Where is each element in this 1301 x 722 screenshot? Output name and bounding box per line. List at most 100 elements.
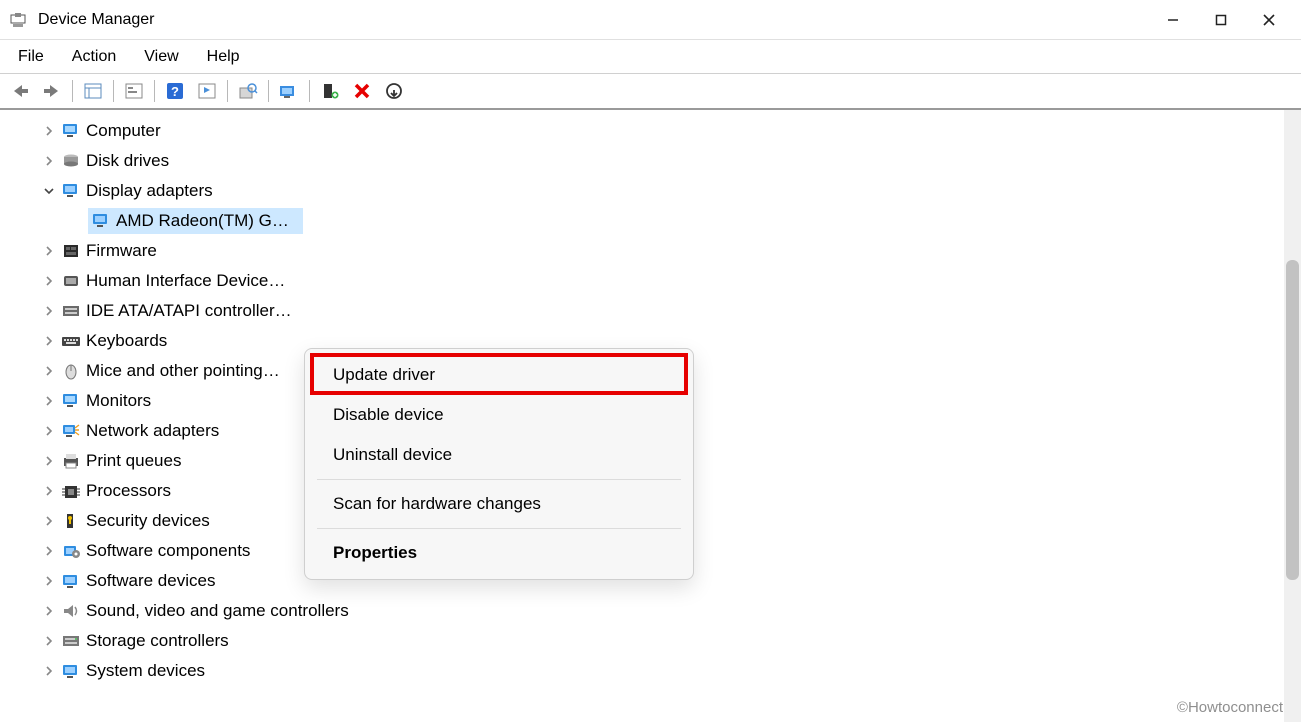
toolbar-separator	[113, 80, 114, 102]
mouse-icon	[60, 361, 82, 381]
menu-view[interactable]: View	[132, 44, 190, 70]
tree-node-label: Software devices	[86, 571, 215, 591]
tree-node[interactable]: Disk drives	[0, 146, 1301, 176]
window-controls	[1149, 2, 1293, 38]
toolbar: ?	[0, 74, 1301, 110]
tree-node[interactable]: Human Interface Device…	[0, 266, 1301, 296]
menu-action[interactable]: Action	[60, 44, 128, 70]
tree-node[interactable]: Computer	[0, 116, 1301, 146]
chevron-right-icon[interactable]	[40, 126, 58, 136]
uninstall-device-icon[interactable]	[348, 77, 376, 105]
context-properties[interactable]: Properties	[305, 533, 693, 573]
scrollbar-thumb[interactable]	[1286, 260, 1299, 580]
tree-node-label: Human Interface Device…	[86, 271, 285, 291]
menu-file[interactable]: File	[6, 44, 56, 70]
storage-icon	[60, 631, 82, 651]
chevron-right-icon[interactable]	[40, 366, 58, 376]
back-icon[interactable]	[6, 77, 34, 105]
context-scan-hardware[interactable]: Scan for hardware changes	[305, 484, 693, 524]
toolbar-separator	[72, 80, 73, 102]
context-menu: Update driver Disable device Uninstall d…	[304, 348, 694, 580]
tree-node-label: Firmware	[86, 241, 157, 261]
chevron-right-icon[interactable]	[40, 246, 58, 256]
tree-node[interactable]: Sound, video and game controllers	[0, 596, 1301, 626]
sound-icon	[60, 601, 82, 621]
forward-icon[interactable]	[38, 77, 66, 105]
chevron-right-icon[interactable]	[40, 306, 58, 316]
ide-icon	[60, 301, 82, 321]
firmware-icon	[60, 241, 82, 261]
chevron-down-icon[interactable]	[40, 186, 58, 196]
watermark: ©Howtoconnect	[1177, 699, 1283, 716]
chevron-right-icon[interactable]	[40, 666, 58, 676]
context-disable-device[interactable]: Disable device	[305, 395, 693, 435]
tree-node-label: Print queues	[86, 451, 181, 471]
tree-node[interactable]: Firmware	[0, 236, 1301, 266]
tree-node-label: System devices	[86, 661, 205, 681]
chevron-right-icon[interactable]	[40, 516, 58, 526]
app-icon	[8, 10, 28, 30]
tree-node-label: IDE ATA/ATAPI controller…	[86, 301, 292, 321]
softcomp-icon	[60, 541, 82, 561]
softdev-icon	[60, 571, 82, 591]
context-uninstall-device[interactable]: Uninstall device	[305, 435, 693, 475]
chevron-right-icon[interactable]	[40, 156, 58, 166]
keyboard-icon	[60, 331, 82, 351]
chevron-right-icon[interactable]	[40, 486, 58, 496]
chevron-right-icon[interactable]	[40, 576, 58, 586]
monitor-icon	[60, 121, 82, 141]
help-icon[interactable]: ?	[161, 77, 189, 105]
tree-node-label: Network adapters	[86, 421, 219, 441]
tree-node[interactable]: System devices	[0, 656, 1301, 686]
tree-node-label: Sound, video and game controllers	[86, 601, 349, 621]
context-update-driver[interactable]: Update driver	[305, 355, 693, 395]
disk-icon	[60, 151, 82, 171]
tree-node[interactable]: AMD Radeon(TM) G…	[0, 206, 1301, 236]
display-icon	[60, 181, 82, 201]
tree-node-label: Display adapters	[86, 181, 213, 201]
properties-panel-icon[interactable]	[120, 77, 148, 105]
disable-device-circle-icon[interactable]	[380, 77, 408, 105]
toolbar-separator	[309, 80, 310, 102]
svg-text:?: ?	[171, 84, 179, 99]
context-separator	[317, 479, 681, 480]
chevron-right-icon[interactable]	[40, 276, 58, 286]
chevron-right-icon[interactable]	[40, 546, 58, 556]
menu-help[interactable]: Help	[195, 44, 252, 70]
minimize-button[interactable]	[1149, 2, 1197, 38]
tree-node-label: Disk drives	[86, 151, 169, 171]
chevron-right-icon[interactable]	[40, 606, 58, 616]
titlebar: Device Manager	[0, 0, 1301, 40]
system-icon	[60, 661, 82, 681]
details-view-icon[interactable]	[79, 77, 107, 105]
chevron-right-icon[interactable]	[40, 636, 58, 646]
tree-node-label: Processors	[86, 481, 171, 501]
tree-node-label: AMD Radeon(TM) G…	[116, 211, 289, 231]
close-button[interactable]	[1245, 2, 1293, 38]
tree-node-label: Keyboards	[86, 331, 167, 351]
chevron-right-icon[interactable]	[40, 456, 58, 466]
printer-icon	[60, 451, 82, 471]
chevron-right-icon[interactable]	[40, 396, 58, 406]
maximize-button[interactable]	[1197, 2, 1245, 38]
menubar: File Action View Help	[0, 40, 1301, 74]
devices-by-type-icon[interactable]	[193, 77, 221, 105]
update-driver-icon[interactable]	[275, 77, 303, 105]
chevron-right-icon[interactable]	[40, 426, 58, 436]
vertical-scrollbar[interactable]	[1284, 110, 1301, 722]
add-legacy-icon[interactable]	[316, 77, 344, 105]
monitor-icon	[60, 391, 82, 411]
chevron-right-icon[interactable]	[40, 336, 58, 346]
tree-node-label: Computer	[86, 121, 161, 141]
context-separator	[317, 528, 681, 529]
scan-hardware-icon[interactable]	[234, 77, 262, 105]
tree-node[interactable]: IDE ATA/ATAPI controller…	[0, 296, 1301, 326]
tree-node[interactable]: Display adapters	[0, 176, 1301, 206]
toolbar-separator	[154, 80, 155, 102]
tree-node-label: Mice and other pointing…	[86, 361, 280, 381]
display-icon	[90, 211, 112, 231]
toolbar-separator	[227, 80, 228, 102]
toolbar-separator	[268, 80, 269, 102]
tree-node-label: Monitors	[86, 391, 151, 411]
tree-node[interactable]: Storage controllers	[0, 626, 1301, 656]
